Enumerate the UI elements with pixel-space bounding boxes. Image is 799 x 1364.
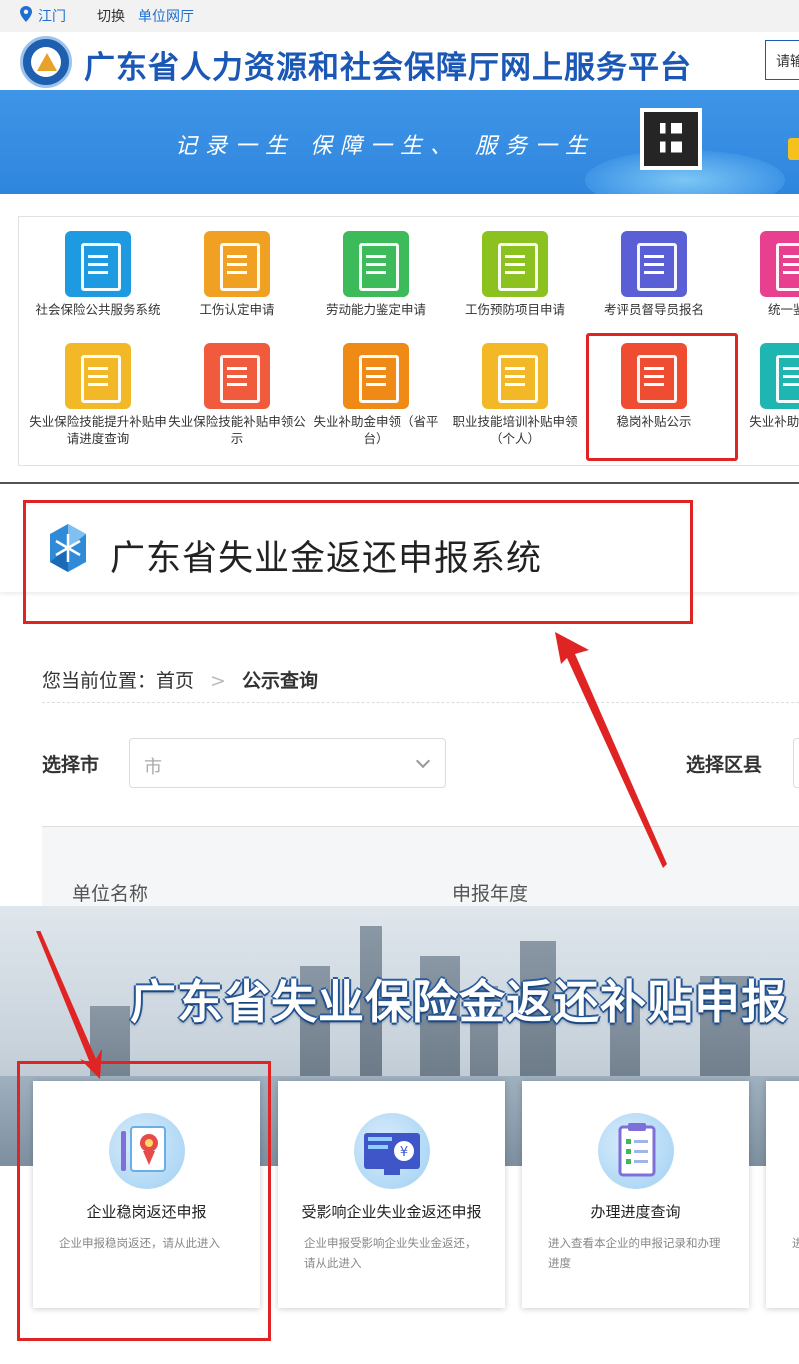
- unit-hall-link[interactable]: 单位网厅: [138, 6, 194, 26]
- yen-screen-icon: ¥: [354, 1113, 430, 1189]
- district-select[interactable]: [793, 738, 799, 788]
- card-title: 受影响企业失业金返还申报: [301, 1203, 482, 1221]
- card-affected-enterprise-refund[interactable]: ¥ 受影响企业失业金返还申报 企业申报受影响企业失业金返还，请从此进入: [278, 1081, 505, 1308]
- service-label: 职业技能培训补贴申领（个人）: [452, 414, 578, 446]
- city-label[interactable]: 江门: [38, 6, 66, 26]
- breadcrumb: 您当前位置：首页 > 公示查询: [42, 666, 318, 693]
- badge-icon: [621, 231, 687, 297]
- service-label: 工伤认定申请: [199, 302, 275, 317]
- tablet-icon: [760, 343, 799, 409]
- service-label: 失业补助金申领（省平台）: [313, 414, 439, 446]
- subsidy-screenshot: 广东省失业保险金返还补贴申报 企业稳岗返还申报 企业申报稳岗返还，请从此进入 ¥…: [0, 906, 799, 1364]
- svg-text:¥: ¥: [400, 1145, 408, 1160]
- document-icon: [204, 231, 270, 297]
- breadcrumb-separator: >: [210, 670, 226, 692]
- system-screenshot: 广东省失业金返还申报系统 您当前位置：首页 > 公示查询 选择市 市 选择区县 单位…: [0, 482, 799, 916]
- hrss-logo-icon: [20, 36, 72, 88]
- highlight-box: [23, 500, 693, 624]
- portal-screenshot: 江门 切换 单位网厅 广东省人力资源和社会保障厅网上服务平台 请输 记录一生 保…: [0, 0, 799, 472]
- highlight-box: [17, 1061, 271, 1341]
- id-card-icon: [204, 343, 270, 409]
- service-label: 工伤预防项目申请: [464, 302, 565, 317]
- service-label: 社会保险公共服务系统: [35, 302, 161, 317]
- qr-code-icon: [640, 108, 702, 170]
- service-label: 失业保险技能补贴申领公示: [168, 414, 306, 446]
- red-arrow-icon: [555, 632, 667, 868]
- card-description: 进: [792, 1236, 799, 1250]
- location-pin-icon: [20, 6, 32, 22]
- search-input[interactable]: 请输: [765, 40, 799, 80]
- city-select[interactable]: 市: [129, 738, 446, 788]
- red-arrow-icon: [36, 931, 102, 1079]
- banner-slogan: 记录一生 保障一生、 服务一生: [175, 134, 595, 159]
- service-label: 失业保险技能提升补贴申请进度查询: [29, 414, 167, 446]
- card-description: 进入查看本企业的申报记录和办理进度: [548, 1236, 721, 1270]
- service-label: 劳动能力鉴定申请: [325, 302, 426, 317]
- breadcrumb-prefix: 您当前位置：: [42, 670, 157, 692]
- service-label: 统一鉴定: [767, 302, 799, 317]
- service-label: 考评员督导员报名: [603, 302, 704, 317]
- user-search-icon: [65, 231, 131, 297]
- column-header-year: 申报年度: [452, 883, 529, 905]
- card-progress-query[interactable]: 办理进度查询 进入查看本企业的申报记录和办理进度: [522, 1081, 749, 1308]
- card-description: 企业申报受影响企业失业金返还，请从此进入: [304, 1236, 477, 1270]
- card-partial[interactable]: 进: [766, 1081, 799, 1308]
- card-title: 办理进度查询: [590, 1203, 681, 1221]
- top-bar: 江门 切换 单位网厅: [0, 0, 799, 32]
- district-select-label: 选择区县: [686, 754, 763, 776]
- switch-link[interactable]: 切换: [97, 6, 125, 26]
- pill-box-icon: [65, 343, 131, 409]
- city-select-placeholder: 市: [144, 757, 162, 778]
- city-select-label: 选择市: [42, 754, 100, 776]
- portal-header: 广东省人力资源和社会保障厅网上服务平台 请输: [0, 32, 799, 90]
- site-title: 广东省人力资源和社会保障厅网上服务平台: [84, 50, 692, 86]
- banner: 记录一生 保障一生、 服务一生: [0, 90, 799, 194]
- chevron-down-icon: [415, 753, 431, 769]
- hero-title: 广东省失业保险金返还补贴申报: [130, 975, 788, 1029]
- breadcrumb-home[interactable]: 首页: [156, 670, 194, 692]
- users-icon: [343, 231, 409, 297]
- pill-box-icon: [482, 343, 548, 409]
- breadcrumb-current: 公示查询: [241, 670, 318, 692]
- yen-document-icon: [343, 343, 409, 409]
- highlight-box: [586, 333, 738, 461]
- banner-button[interactable]: [788, 138, 799, 160]
- monitor-icon: [760, 231, 799, 297]
- divider: [42, 702, 799, 703]
- column-header-unit: 单位名称: [72, 883, 149, 905]
- checklist-icon: [598, 1113, 674, 1189]
- table-header: 单位名称 申报年度: [42, 826, 799, 916]
- form-icon: [482, 231, 548, 297]
